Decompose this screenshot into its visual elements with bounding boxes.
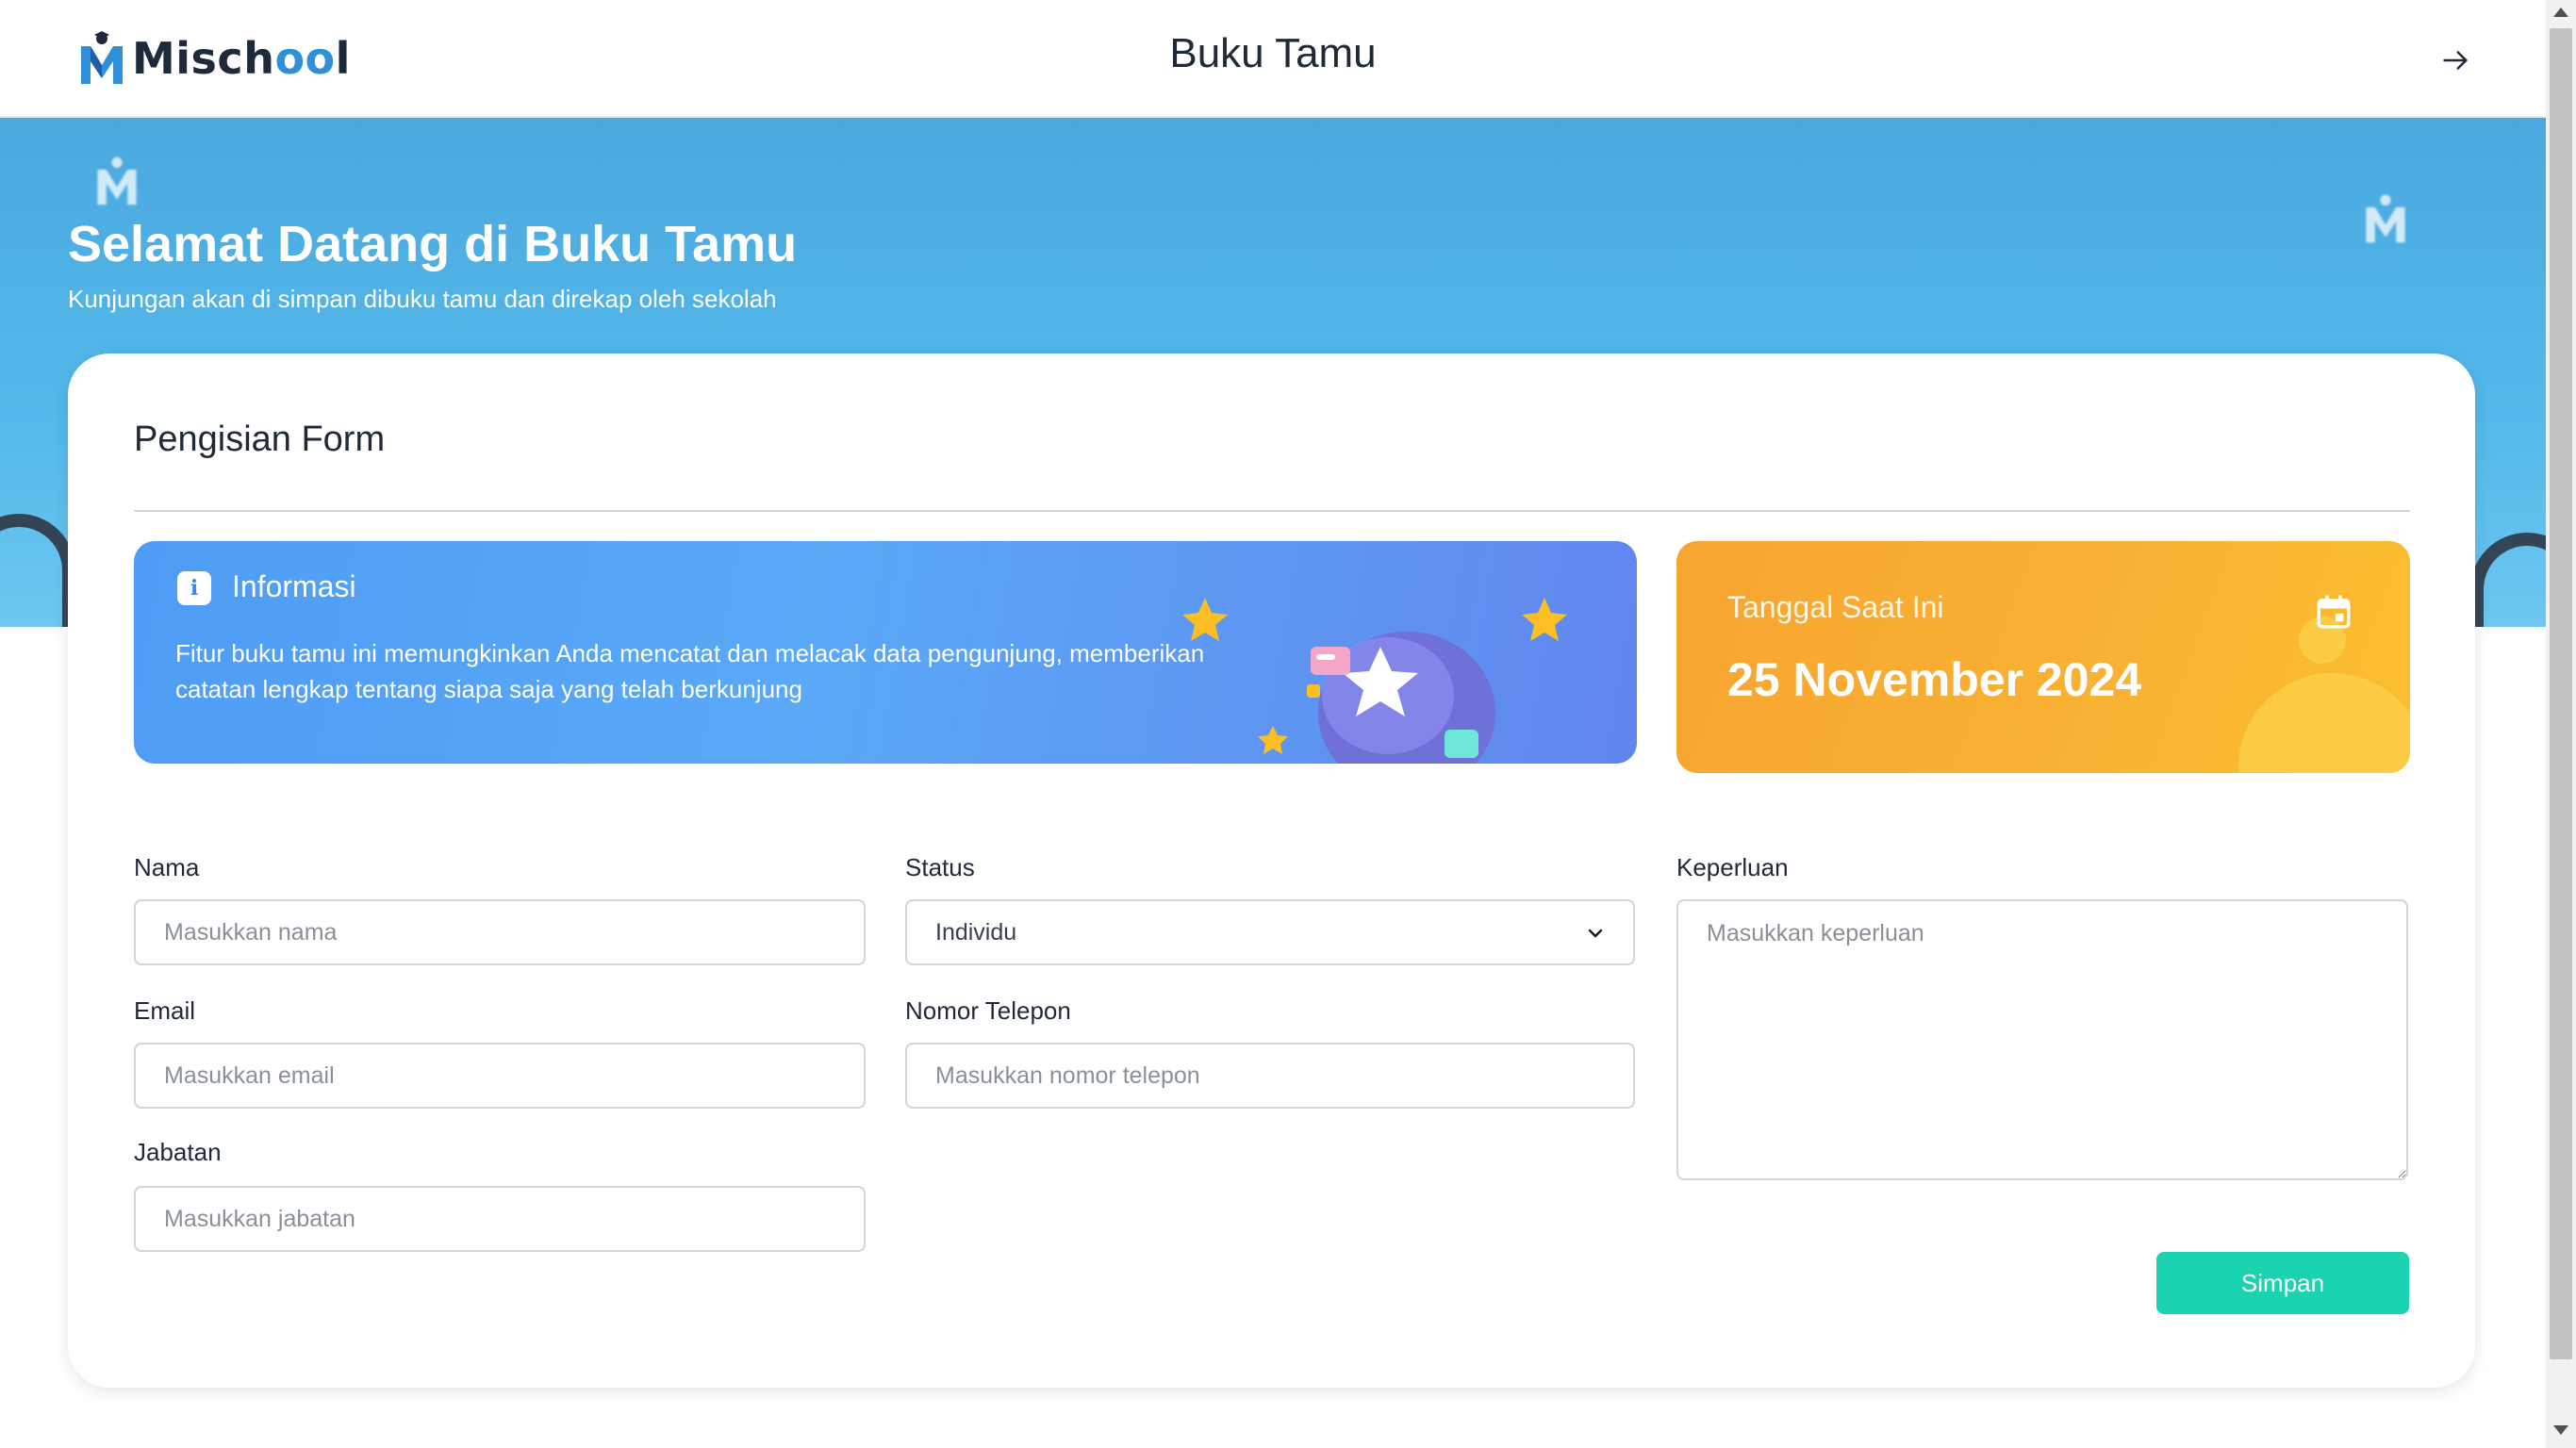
current-date-panel: Tanggal Saat Ini 25 November 2024: [1676, 541, 2410, 773]
hero-decoration: [0, 514, 75, 627]
hero-subtitle: Kunjungan akan di simpan dibuku tamu dan…: [68, 285, 777, 313]
keperluan-textarea[interactable]: [1676, 899, 2408, 1180]
telepon-label: Nomor Telepon: [905, 996, 1071, 1025]
mischool-logo[interactable]: Mischool: [77, 28, 351, 89]
form-title: Pengisian Form: [134, 420, 386, 459]
keperluan-label: Keperluan: [1676, 853, 1789, 881]
nama-label: Nama: [134, 853, 200, 881]
page-scrollbar[interactable]: [2546, 0, 2576, 1448]
star-illustration-icon: [1182, 598, 1567, 764]
email-input[interactable]: [134, 1043, 866, 1109]
scroll-down-arrow-icon[interactable]: [2553, 1425, 2568, 1435]
info-text: Fitur buku tamu ini memungkinkan Anda me…: [175, 639, 1205, 703]
status-select[interactable]: Individu: [905, 899, 1635, 965]
arrow-right-icon: [2443, 51, 2468, 70]
page-title: Buku Tamu: [1169, 30, 1377, 76]
chevron-down-icon: [1588, 929, 1603, 938]
status-label: Status: [905, 853, 975, 881]
scroll-thumb[interactable]: [2550, 28, 2572, 1359]
hero-title: Selamat Datang di Buku Tamu: [68, 216, 798, 272]
form-card: Pengisian Form i Informasi Fitur buku ta…: [68, 354, 2475, 1388]
info-title: Informasi: [232, 569, 356, 603]
info-icon: i: [177, 571, 211, 605]
logout-button[interactable]: [2433, 38, 2478, 83]
date-panel-decoration: [2238, 673, 2410, 773]
date-value: 25 November 2024: [1727, 653, 2142, 706]
info-panel: i Informasi Fitur buku tamu ini memungki…: [134, 541, 1637, 764]
hero-logo-watermark-icon: [2366, 194, 2405, 243]
status-selected-value: Individu: [935, 918, 1017, 946]
form-divider: [134, 510, 2410, 512]
scroll-up-arrow-icon[interactable]: [2553, 8, 2568, 17]
calendar-icon: [2317, 595, 2351, 629]
date-label: Tanggal Saat Ini: [1727, 590, 1944, 624]
top-header: Mischool Buku Tamu: [0, 0, 2546, 118]
jabatan-label: Jabatan: [134, 1138, 222, 1166]
nama-input[interactable]: [134, 899, 866, 965]
save-button[interactable]: Simpan: [2156, 1252, 2409, 1314]
logo-wordmark: Mischool: [132, 33, 351, 84]
hero-decoration: [2470, 533, 2546, 627]
email-label: Email: [134, 996, 196, 1025]
telepon-input[interactable]: [905, 1043, 1635, 1109]
mischool-logo-icon: [81, 31, 123, 84]
hero-logo-watermark-icon: [97, 156, 137, 206]
jabatan-input[interactable]: [134, 1186, 866, 1252]
